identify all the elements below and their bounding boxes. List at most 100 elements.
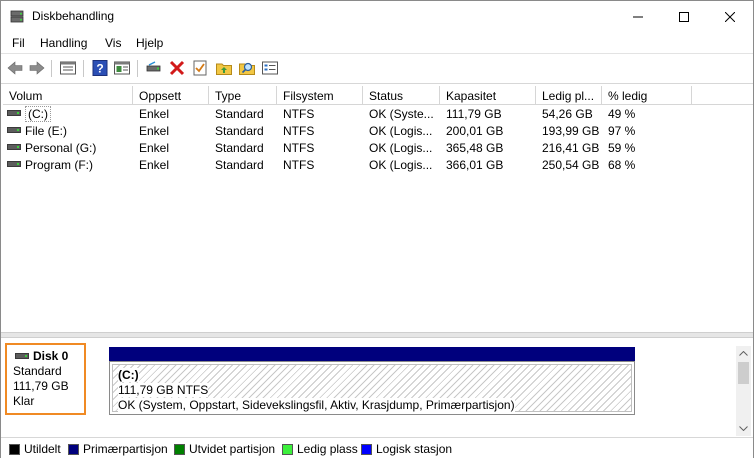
toolbar: ? — [1, 54, 753, 84]
volume-type: Standard — [215, 141, 264, 155]
volume-filesystem: NTFS — [283, 107, 315, 121]
scroll-down-button[interactable] — [736, 421, 751, 436]
primary-partition-bar — [109, 347, 635, 361]
volume-layout: Enkel — [139, 141, 170, 155]
disk-graphical-view: Disk 0 Standard 111,79 GB Klar (C:) 111,… — [1, 338, 753, 436]
volume-filesystem: NTFS — [283, 124, 315, 138]
column-header-layout[interactable]: Oppsett — [133, 86, 209, 105]
toolbar-separator — [137, 60, 138, 77]
column-header-type[interactable]: Type — [209, 86, 277, 105]
volume-filesystem: NTFS — [283, 141, 315, 155]
volume-status: OK (Logis... — [369, 141, 433, 155]
volume-capacity: 111,79 GB — [446, 107, 502, 121]
legend-swatch — [9, 443, 20, 455]
check-icon[interactable] — [191, 59, 209, 77]
volume-name: Program (F:) — [25, 158, 94, 172]
legend-label: Primærpartisjon — [83, 442, 168, 456]
legend-label: Utildelt — [24, 442, 61, 456]
console-icon[interactable] — [113, 59, 131, 77]
legend-label: Ledig plass — [297, 442, 358, 456]
toolbar-separator — [51, 60, 52, 77]
disk-0-label[interactable]: Disk 0 Standard 111,79 GB Klar — [5, 343, 86, 415]
legend-item-primary: Primærpartisjon — [68, 442, 168, 456]
column-header-volume[interactable]: Volum — [3, 86, 133, 105]
partition-size-fs: 111,79 GB NTFS — [118, 383, 209, 397]
svg-text:?: ? — [96, 62, 103, 76]
legend-item-free-space: Ledig plass — [282, 442, 358, 456]
table-row[interactable]: File (E:) Enkel Standard NTFS OK (Logis.… — [3, 122, 753, 139]
chevron-up-icon — [739, 351, 748, 356]
chevron-down-icon — [739, 426, 748, 431]
legend-bar: Utildelt Primærpartisjon Utvidet partisj… — [1, 437, 753, 458]
properties-icon[interactable] — [59, 59, 77, 77]
column-header-filesystem[interactable]: Filsystem — [277, 86, 363, 105]
disk-management-window: Diskbehandling Fil Handling Vis Hjelp ? … — [0, 0, 754, 458]
column-header-status[interactable]: Status — [363, 86, 440, 105]
volume-status: OK (Syste... — [369, 107, 434, 121]
help-icon[interactable]: ? — [91, 59, 109, 77]
volume-free-space: 250,54 GB — [542, 158, 600, 172]
disk-type: Standard — [13, 364, 62, 378]
title-bar[interactable]: Diskbehandling — [1, 1, 753, 32]
column-header-free-space[interactable]: Ledig pl... — [536, 86, 602, 105]
table-row[interactable]: Program (F:) Enkel Standard NTFS OK (Log… — [3, 156, 753, 173]
table-row[interactable]: (C:) Enkel Standard NTFS OK (Syste... 11… — [3, 105, 753, 122]
drive-icon — [7, 144, 21, 150]
volume-name: (C:) — [25, 106, 51, 122]
table-row[interactable]: Personal (G:) Enkel Standard NTFS OK (Lo… — [3, 139, 753, 156]
volume-layout: Enkel — [139, 124, 170, 138]
close-button[interactable] — [707, 1, 753, 32]
volume-capacity: 200,01 GB — [446, 124, 504, 138]
find-icon[interactable] — [238, 59, 256, 77]
disk-management-app-icon — [10, 10, 24, 23]
menu-file[interactable]: Fil — [12, 36, 25, 50]
connect-drive-icon[interactable] — [145, 59, 163, 77]
partition-status: OK (System, Oppstart, Sidevekslingsfil, … — [118, 398, 515, 412]
vertical-scrollbar[interactable] — [736, 346, 751, 436]
maximize-button[interactable] — [661, 1, 707, 32]
disk-name: Disk 0 — [33, 349, 69, 363]
menu-view[interactable]: Vis — [105, 36, 121, 50]
scroll-up-button[interactable] — [736, 346, 751, 361]
volume-percent-free: 49 % — [608, 107, 636, 121]
volume-free-space: 216,41 GB — [542, 141, 600, 155]
volume-name: Personal (G:) — [25, 141, 97, 155]
disk-icon — [15, 353, 29, 359]
menu-help[interactable]: Hjelp — [136, 36, 163, 50]
back-arrow-icon[interactable] — [6, 59, 24, 77]
drive-icon — [7, 161, 21, 167]
minimize-icon — [633, 16, 643, 17]
delete-icon[interactable] — [168, 59, 186, 77]
maximize-icon — [679, 11, 689, 22]
legend-swatch — [174, 443, 185, 455]
menu-action[interactable]: Handling — [40, 36, 87, 50]
volume-status: OK (Logis... — [369, 124, 433, 138]
partition-c[interactable]: (C:) 111,79 GB NTFS OK (System, Oppstart… — [109, 361, 635, 415]
volume-percent-free: 68 % — [608, 158, 636, 172]
legend-item-unallocated: Utildelt — [9, 442, 61, 456]
volume-type: Standard — [215, 124, 264, 138]
legend-item-extended: Utvidet partisjon — [174, 442, 275, 456]
open-folder-icon[interactable] — [215, 59, 233, 77]
forward-arrow-icon[interactable] — [28, 59, 46, 77]
volume-capacity: 366,01 GB — [446, 158, 504, 172]
column-header-percent-free[interactable]: % ledig — [602, 86, 692, 105]
volume-capacity: 365,48 GB — [446, 141, 504, 155]
volume-status: OK (Logis... — [369, 158, 433, 172]
volume-percent-free: 59 % — [608, 141, 636, 155]
volume-percent-free: 97 % — [608, 124, 636, 138]
disk-size: 111,79 GB — [13, 379, 69, 393]
legend-label: Utvidet partisjon — [189, 442, 276, 456]
scroll-thumb[interactable] — [738, 362, 749, 384]
volume-list[interactable]: Volum Oppsett Type Filsystem Status Kapa… — [3, 86, 753, 332]
legend-swatch — [361, 443, 372, 455]
column-header-capacity[interactable]: Kapasitet — [440, 86, 536, 105]
settings-icon[interactable] — [261, 59, 279, 77]
volume-filesystem: NTFS — [283, 158, 315, 172]
window-title: Diskbehandling — [32, 9, 115, 23]
volume-free-space: 193,99 GB — [542, 124, 600, 138]
volume-free-space: 54,26 GB — [542, 107, 593, 121]
volume-name: File (E:) — [25, 124, 67, 138]
legend-swatch — [282, 443, 293, 455]
minimize-button[interactable] — [615, 1, 661, 32]
